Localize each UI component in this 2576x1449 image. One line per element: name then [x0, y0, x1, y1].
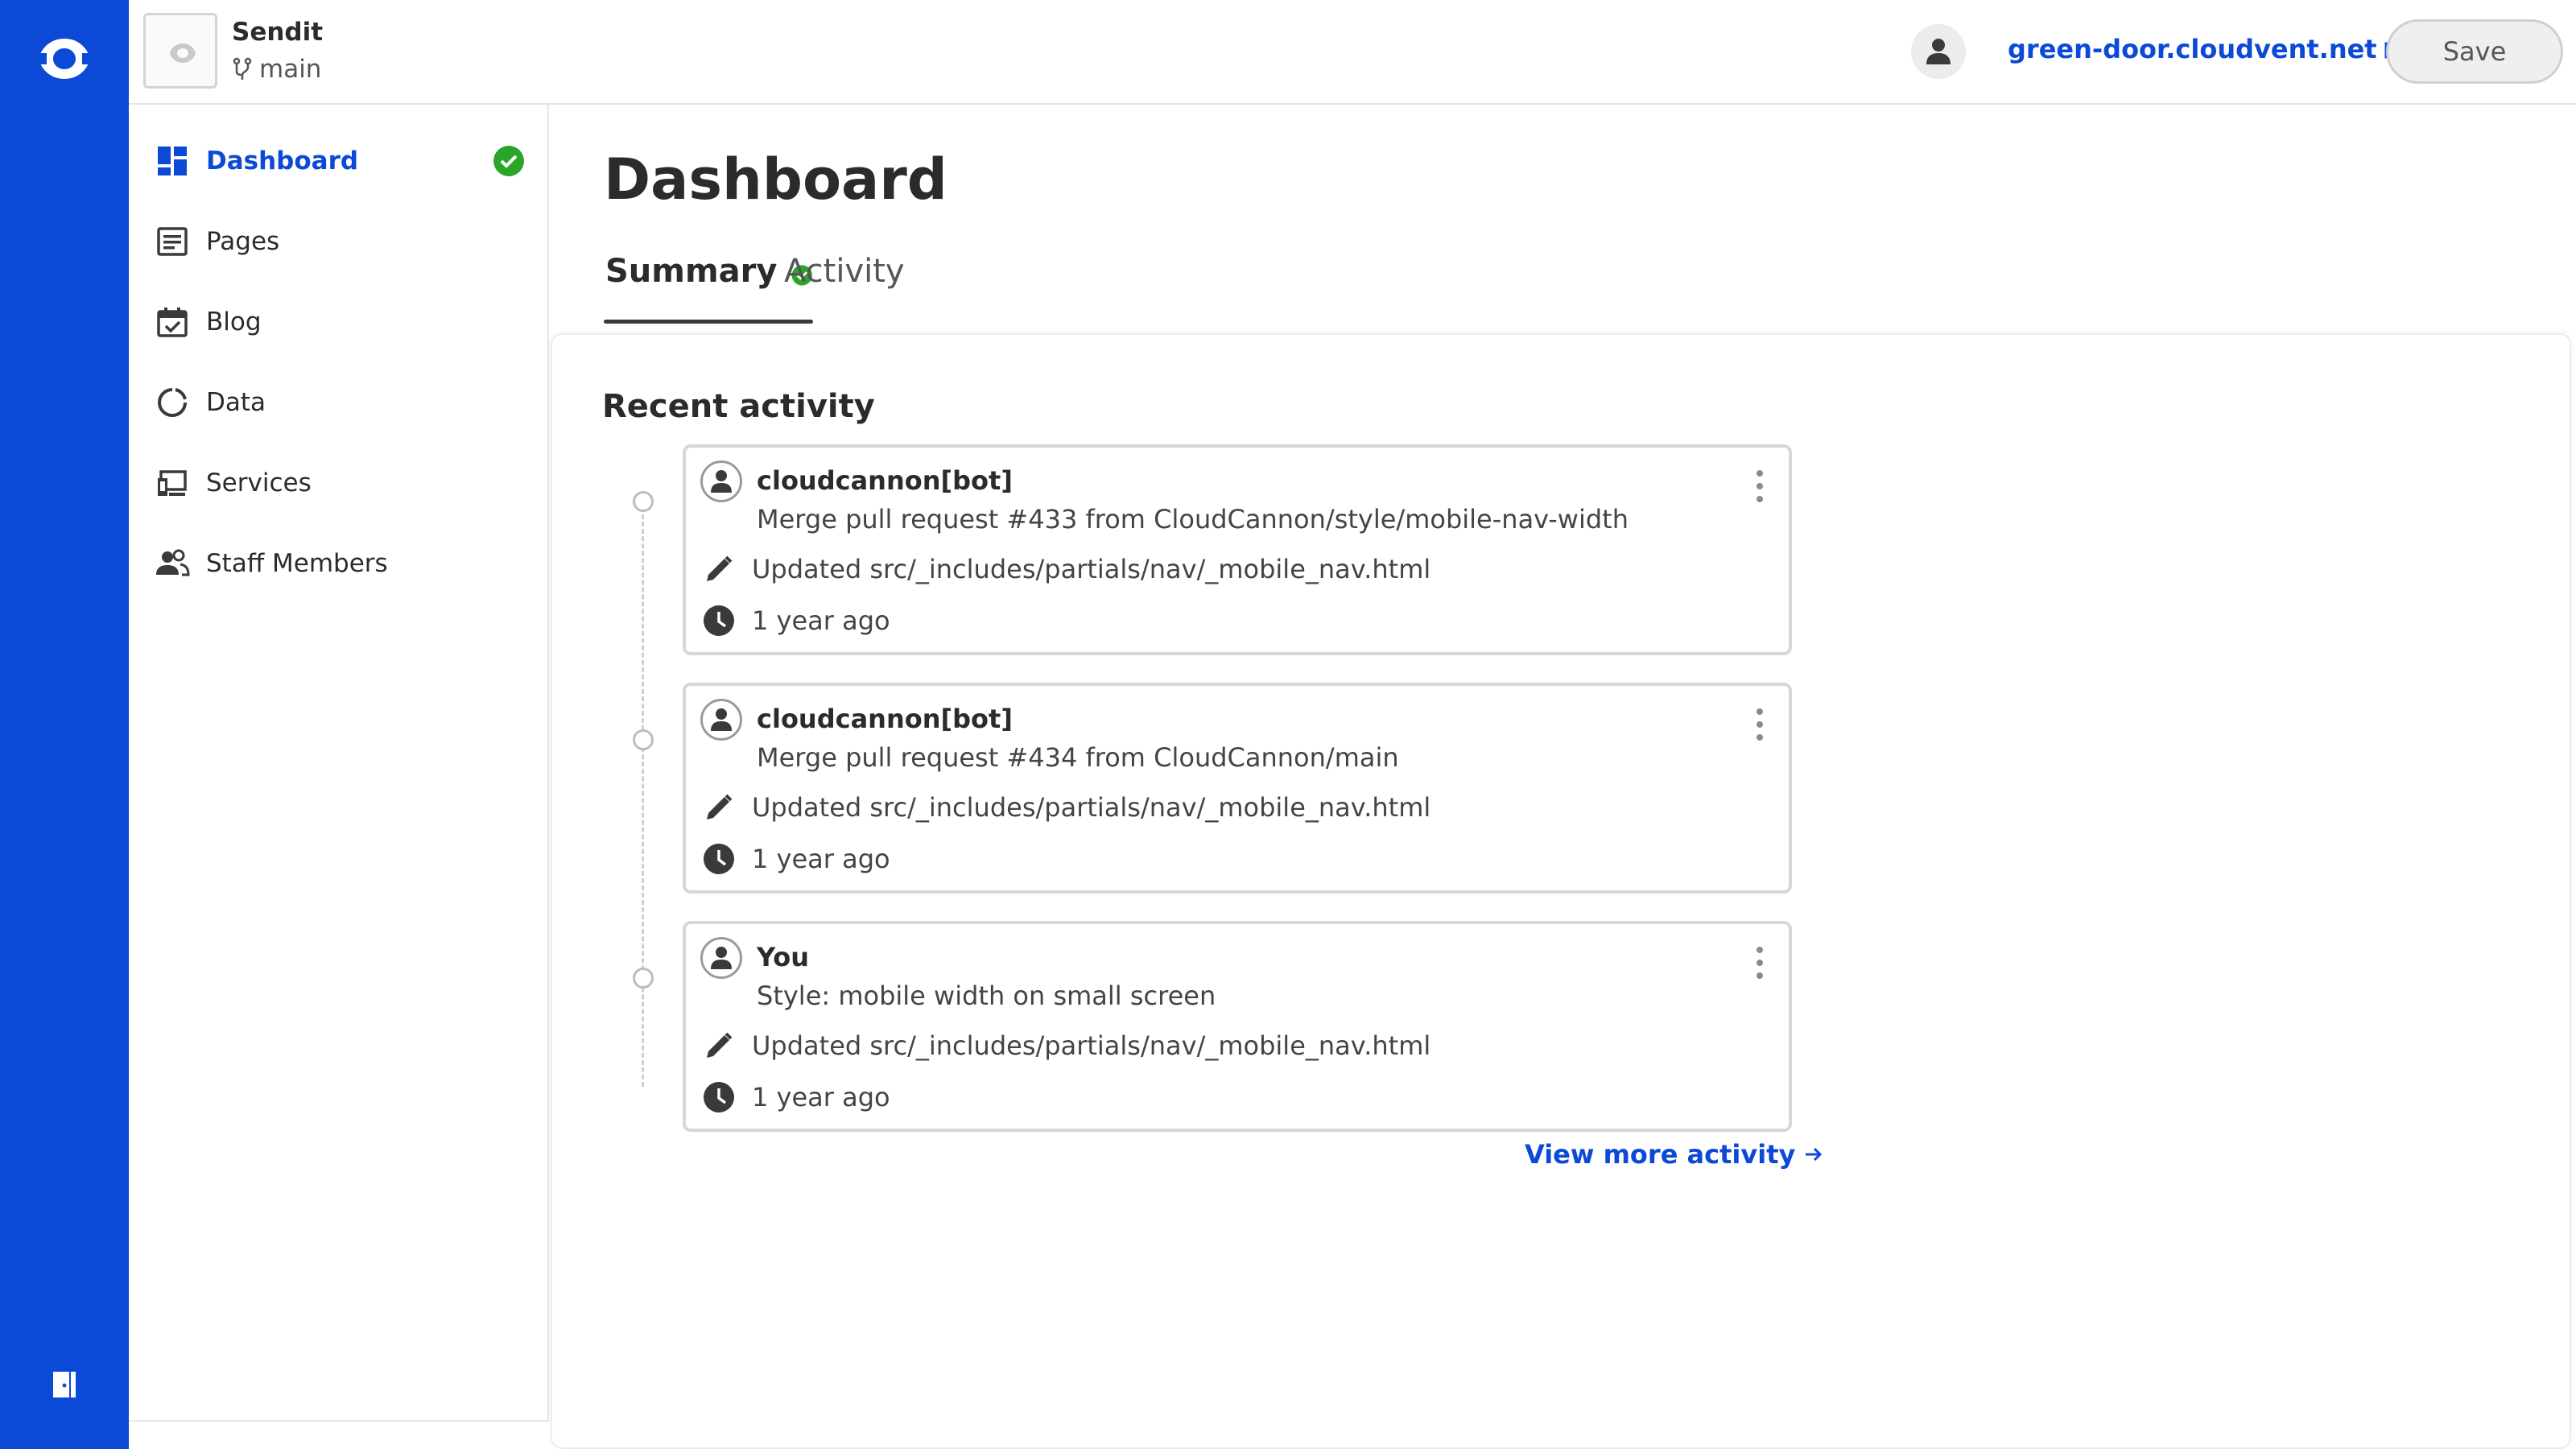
- user-icon: [711, 708, 732, 731]
- recent-activity-title: Recent activity: [602, 388, 875, 425]
- activity-author: You: [757, 942, 809, 972]
- branch-name: main: [259, 55, 322, 84]
- site-thumbnail[interactable]: [143, 13, 217, 89]
- sidebar-item-services[interactable]: Services: [155, 459, 525, 507]
- clock-icon: [702, 604, 736, 638]
- sidebar-item-label: Blog: [206, 308, 262, 336]
- branch-indicator[interactable]: main: [232, 55, 321, 84]
- activity-time: 1 year ago: [752, 605, 890, 636]
- tab-label: Activity: [784, 253, 905, 290]
- tab-summary[interactable]: Summary: [604, 250, 813, 324]
- sidebar-item-data[interactable]: Data: [155, 378, 525, 427]
- user-icon: [711, 470, 732, 493]
- more-options-icon[interactable]: [1752, 947, 1768, 979]
- check-circle-icon: [493, 146, 524, 176]
- git-branch-icon: [233, 57, 252, 80]
- blog-calendar-icon: [155, 304, 190, 340]
- sidebar: Dashboard Pages Blog Data Services Staff…: [129, 105, 549, 1420]
- more-options-icon[interactable]: [1752, 708, 1768, 741]
- save-button[interactable]: Save: [2386, 19, 2563, 84]
- activity-time-row: 1 year ago: [702, 1080, 890, 1114]
- user-icon: [711, 947, 732, 969]
- pencil-icon: [702, 552, 736, 586]
- pages-icon: [155, 224, 190, 259]
- activity-card[interactable]: cloudcannon[bot] Merge pull request #434…: [683, 683, 1792, 894]
- site-url-link[interactable]: green-door.cloudvent.net: [2008, 34, 2405, 64]
- timeline-line: [642, 507, 644, 1087]
- pencil-icon: [702, 791, 736, 824]
- activity-file: Updated src/_includes/partials/nav/_mobi…: [752, 1030, 1431, 1061]
- activity-time: 1 year ago: [752, 1082, 890, 1113]
- activity-file-row: Updated src/_includes/partials/nav/_mobi…: [702, 791, 1430, 824]
- activity-author: cloudcannon[bot]: [757, 465, 1013, 496]
- sidebar-item-dashboard[interactable]: Dashboard: [155, 137, 525, 185]
- activity-file-row: Updated src/_includes/partials/nav/_mobi…: [702, 1029, 1430, 1063]
- activity-card[interactable]: You Style: mobile width on small screen …: [683, 921, 1792, 1132]
- activity-message: Style: mobile width on small screen: [757, 980, 1216, 1011]
- sidebar-item-pages[interactable]: Pages: [155, 217, 525, 266]
- page-title: Dashboard: [604, 147, 947, 213]
- cloudcannon-logo-icon[interactable]: [34, 35, 95, 82]
- sidebar-item-label: Staff Members: [206, 549, 388, 578]
- people-icon: [155, 546, 190, 581]
- sidebar-item-blog[interactable]: Blog: [155, 298, 525, 346]
- services-icon: [155, 465, 190, 501]
- activity-file: Updated src/_includes/partials/nav/_mobi…: [752, 792, 1431, 823]
- view-more-activity-link[interactable]: View more activity: [1525, 1139, 1824, 1170]
- sidebar-footer: [129, 1420, 549, 1449]
- main-content: Dashboard Summary Activity Recent activi…: [551, 105, 2576, 1449]
- sidebar-item-label: Data: [206, 388, 266, 417]
- site-placeholder-icon: [170, 43, 196, 63]
- avatar: [700, 699, 742, 741]
- activity-file-row: Updated src/_includes/partials/nav/_mobi…: [702, 552, 1430, 586]
- activity-time-row: 1 year ago: [702, 604, 890, 638]
- activity-file: Updated src/_includes/partials/nav/_mobi…: [752, 554, 1431, 584]
- site-url-text: green-door.cloudvent.net: [2008, 34, 2377, 64]
- timeline-dot: [633, 968, 654, 989]
- top-bar: Sendit main green-door.cloudvent.net Sav…: [129, 0, 2576, 105]
- activity-author: cloudcannon[bot]: [757, 704, 1013, 734]
- user-icon: [1926, 39, 1951, 64]
- avatar: [700, 937, 742, 979]
- exit-door-icon[interactable]: [50, 1368, 79, 1401]
- brand-rail: [0, 0, 129, 1449]
- site-name: Sendit: [232, 18, 324, 47]
- sidebar-item-label: Services: [206, 469, 312, 497]
- activity-time: 1 year ago: [752, 844, 890, 874]
- activity-message: Merge pull request #434 from CloudCannon…: [757, 742, 1399, 773]
- more-options-icon[interactable]: [1752, 470, 1768, 502]
- dashboard-icon: [155, 143, 190, 179]
- pencil-icon: [702, 1029, 736, 1063]
- view-more-label: View more activity: [1525, 1139, 1796, 1170]
- clock-icon: [702, 842, 736, 876]
- tab-activity[interactable]: Activity: [784, 250, 905, 324]
- activity-time-row: 1 year ago: [702, 842, 890, 876]
- arrow-right-icon: [1806, 1147, 1823, 1162]
- data-icon: [155, 385, 190, 420]
- timeline-dot: [633, 491, 654, 512]
- timeline-dot: [633, 729, 654, 750]
- activity-message: Merge pull request #433 from CloudCannon…: [757, 504, 1629, 535]
- sidebar-item-staff-members[interactable]: Staff Members: [155, 539, 525, 588]
- activity-card[interactable]: cloudcannon[bot] Merge pull request #433…: [683, 444, 1792, 655]
- sidebar-item-label: Pages: [206, 227, 280, 256]
- tab-label: Summary: [605, 253, 778, 290]
- clock-icon: [702, 1080, 736, 1114]
- sidebar-item-label: Dashboard: [206, 147, 359, 175]
- avatar: [700, 460, 742, 502]
- user-account-button[interactable]: [1911, 24, 1966, 79]
